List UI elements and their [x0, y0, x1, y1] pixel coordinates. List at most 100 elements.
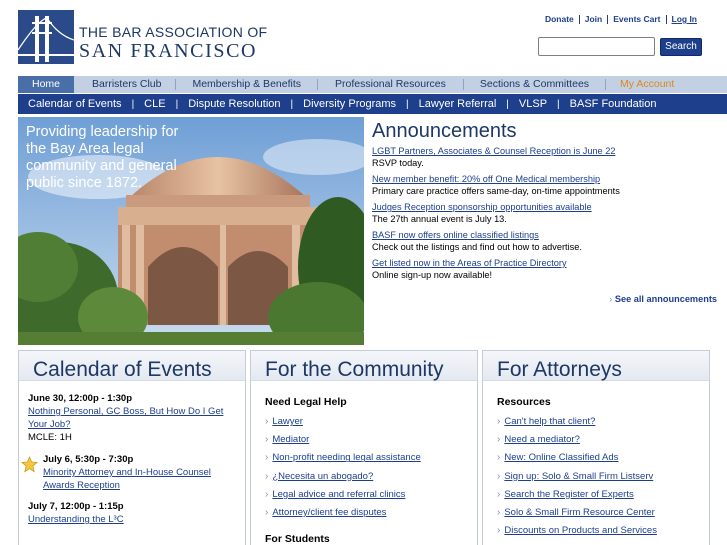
need-legal-help-heading: Need Legal Help	[265, 396, 347, 408]
link-label: Sign up: Solo & Small Firm Listserv	[504, 470, 654, 482]
hero-image: Providing leadership for the Bay Area le…	[18, 117, 364, 345]
event-note: MCLE: 1H	[28, 432, 72, 443]
announcement-item: BASF now offers online classified listin…	[372, 229, 717, 253]
chevron-right-icon: ›	[265, 488, 269, 500]
chevron-right-icon: ›	[265, 470, 269, 482]
chevron-right-icon: ›	[497, 470, 501, 482]
link-label: Can't help that client?	[504, 416, 596, 427]
nav-barristers-club[interactable]: Barristers Club	[74, 79, 175, 90]
logo-line1: THE BAR ASSOCIATION OF	[79, 24, 268, 40]
chevron-right-icon: ›	[497, 434, 501, 446]
nav-membership-benefits[interactable]: Membership & Benefits	[175, 79, 317, 90]
see-all-label: See all announcements	[614, 294, 717, 304]
nav-calendar-of-events[interactable]: Calendar of Events	[18, 98, 132, 110]
basf-logo-icon[interactable]	[18, 10, 74, 64]
attorney-link[interactable]: › Sign up: Solo & Small Firm Listserv	[497, 468, 709, 486]
announcement-item: Get listed now in the Areas of Practice …	[372, 257, 717, 281]
nav-home[interactable]: Home	[18, 76, 75, 93]
join-link[interactable]: Join	[578, 15, 607, 24]
secondary-nav: Calendar of Events | CLE | Dispute Resolut…	[18, 94, 727, 114]
announcement-link[interactable]: BASF now offers online classified listin…	[372, 229, 717, 241]
community-link[interactable]: › Mediator	[265, 431, 477, 449]
attorneys-panel: For Attorneys Resources › Can't help that…	[482, 350, 710, 545]
nav-cle[interactable]: CLE	[134, 98, 175, 110]
event-title-link[interactable]: Understanding the L³C	[28, 513, 243, 526]
calendar-panel: Calendar of Events June 30, 12:00p - 1:3…	[18, 350, 246, 545]
announcement-item: LGBT Partners, Associates & Counsel Rece…	[372, 145, 717, 169]
community-link[interactable]: › Lawyer	[265, 413, 477, 431]
nav-vlsp[interactable]: VLSP	[509, 98, 557, 110]
event-title-link[interactable]: Minority Attorney and In-House Counsel A…	[43, 466, 243, 492]
attorneys-title: For Attorneys	[483, 351, 709, 381]
announcement-link[interactable]: Get listed now in the Areas of Practice …	[372, 257, 717, 269]
nav-my-account[interactable]: My Account	[605, 79, 688, 90]
attorney-link[interactable]: › Search the Register of Experts	[497, 486, 709, 504]
community-link[interactable]: › Non-profit needing legal assistance	[265, 449, 477, 467]
primary-nav: Home Barristers Club Membership & Benefi…	[18, 76, 727, 93]
attorney-link[interactable]: › Discounts on Products and Services	[497, 522, 709, 540]
login-link[interactable]: Log In	[665, 15, 703, 24]
nav-sections-committees[interactable]: Sections & Committees	[462, 79, 605, 90]
chevron-right-icon: ›	[265, 507, 269, 519]
announcement-item: Judges Reception sponsorship opportuniti…	[372, 201, 717, 225]
chevron-right-icon: ›	[265, 452, 269, 464]
chevron-right-icon: ›	[497, 507, 501, 519]
see-all-announcements-link[interactable]: › See all announcements	[609, 294, 717, 304]
event-title-link[interactable]: Nothing Personal, GC Boss, But How Do I …	[28, 405, 243, 431]
attorney-links: › Can't help that client? › Need a mediato…	[497, 413, 709, 540]
event-date: July 7, 12:00p - 1:15p	[28, 501, 124, 512]
chevron-right-icon: ›	[497, 416, 501, 427]
link-label: Solo & Small Firm Resource Center	[504, 507, 655, 519]
announcement-desc: Primary care practice offers same-day, o…	[372, 186, 620, 196]
link-label: Lawyer	[272, 416, 303, 427]
logo-line2: SAN FRANCISCO	[79, 40, 258, 62]
event-item: July 6, 5:30p - 7:30p Minority Attorney …	[19, 453, 245, 492]
events-cart-link[interactable]: Events Cart	[607, 15, 665, 24]
utility-links: Donate Join Events Cart Log In	[540, 15, 702, 24]
event-item: July 7, 12:00p - 1:15p Understanding the…	[19, 500, 245, 526]
announcement-item: New member benefit: 20% off One Medical …	[372, 173, 717, 197]
attorney-link[interactable]: › New: Online Classified Ads	[497, 449, 709, 467]
event-date: July 6, 5:30p - 7:30p	[43, 454, 134, 465]
link-label: New: Online Classified Ads	[504, 452, 619, 464]
hero-caption: Providing leadership for the Bay Area le…	[26, 124, 179, 191]
community-link[interactable]: › Attorney/client fee disputes	[265, 504, 477, 522]
nav-lawyer-referral[interactable]: Lawyer Referral	[409, 98, 507, 110]
link-label: Non-profit needing legal assistance	[272, 452, 421, 464]
link-label: Mediator	[272, 434, 310, 446]
for-students-heading: For Students	[265, 533, 330, 545]
resources-heading: Resources	[497, 396, 551, 408]
announcement-desc: Check out the listings and find out how …	[372, 242, 582, 252]
announcement-desc: Online sign-up now available!	[372, 270, 493, 280]
attorney-link[interactable]: › Solo & Small Firm Resource Center	[497, 504, 709, 522]
nav-professional-resources[interactable]: Professional Resources	[317, 79, 463, 90]
chevron-right-icon: ›	[609, 294, 613, 304]
chevron-right-icon: ›	[497, 525, 501, 537]
event-item: June 30, 12:00p - 1:30p Nothing Personal…	[19, 392, 245, 444]
chevron-right-icon: ›	[265, 434, 269, 446]
nav-diversity-programs[interactable]: Diversity Programs	[293, 98, 406, 110]
announcement-link[interactable]: New member benefit: 20% off One Medical …	[372, 173, 717, 185]
community-link[interactable]: › Legal advice and referral clinics	[265, 486, 477, 504]
calendar-title: Calendar of Events	[19, 351, 245, 381]
donate-link[interactable]: Donate	[540, 15, 579, 24]
announcements-panel: Announcements LGBT Partners, Associates …	[372, 118, 717, 304]
announcement-desc: RSVP today.	[372, 158, 424, 168]
nav-dispute-resolution[interactable]: Dispute Resolution	[178, 98, 290, 110]
community-link[interactable]: › ¿Necesita un abogado?	[265, 468, 477, 486]
community-panel: For the Community Need Legal Help › Lawye…	[250, 350, 478, 545]
site-logo-text[interactable]: THE BAR ASSOCIATION OF SAN FRANCISCO	[79, 24, 267, 62]
attorney-link[interactable]: › Can't help that client?	[497, 413, 709, 431]
announcements-title: Announcements	[372, 120, 517, 142]
search-button[interactable]: Search	[660, 38, 702, 56]
link-label: Legal advice and referral clinics	[272, 488, 406, 500]
announcement-link[interactable]: Judges Reception sponsorship opportuniti…	[372, 201, 717, 213]
announcement-link[interactable]: LGBT Partners, Associates & Counsel Rece…	[372, 145, 717, 157]
search-input[interactable]	[538, 37, 655, 56]
nav-basf-foundation[interactable]: BASF Foundation	[560, 98, 667, 110]
chevron-right-icon: ›	[497, 452, 501, 464]
announcement-desc: The 27th annual event is July 13.	[372, 214, 507, 224]
attorney-link[interactable]: › Need a mediator?	[497, 431, 709, 449]
link-label: Search the Register of Experts	[504, 488, 634, 500]
link-label: ¿Necesita un abogado?	[272, 470, 374, 482]
